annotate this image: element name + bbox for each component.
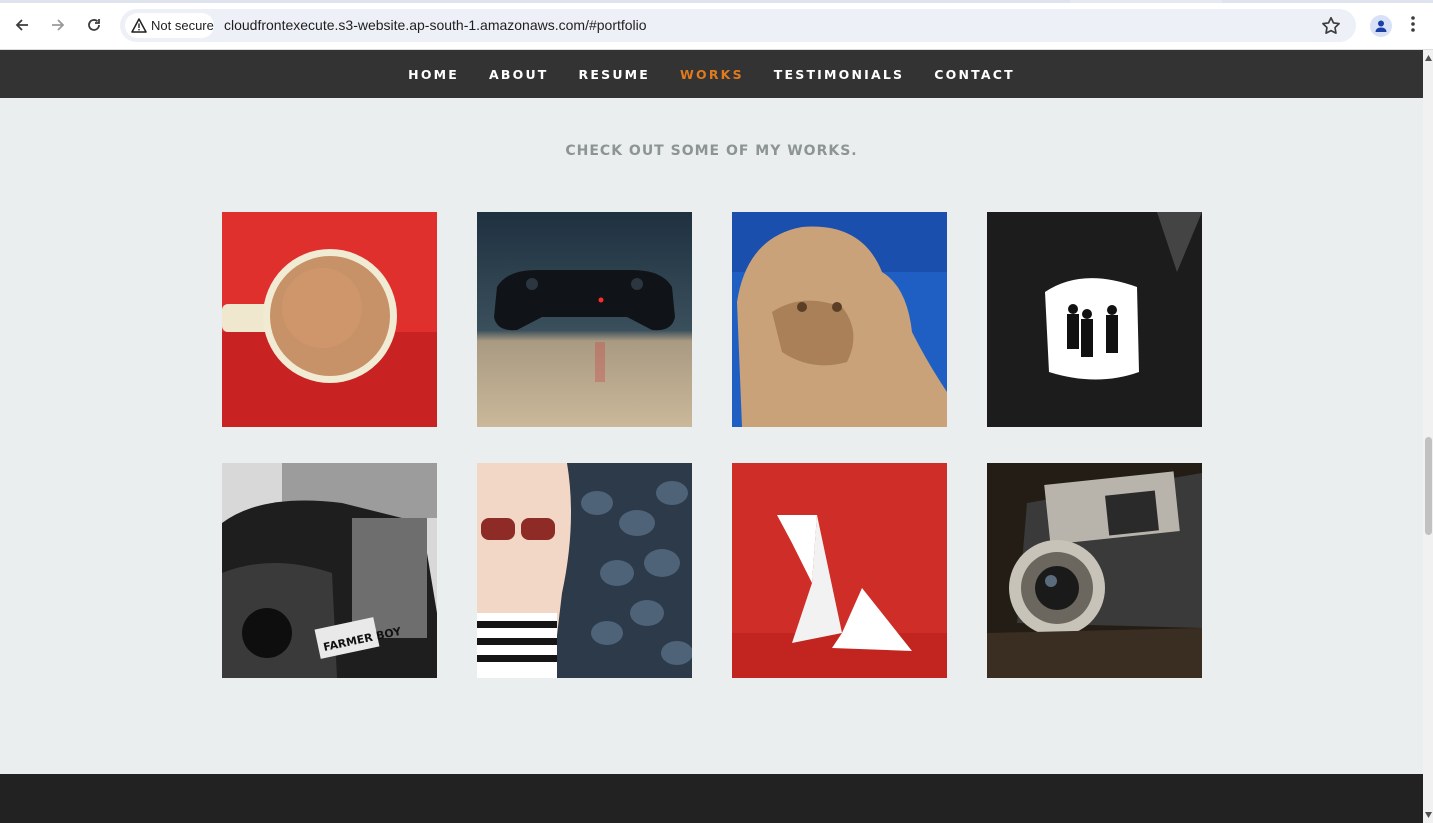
game-controller-image xyxy=(477,212,692,427)
address-bar[interactable]: Not secure cloudfrontexecute.s3-website.… xyxy=(120,9,1356,42)
bookmark-star-icon[interactable] xyxy=(1320,15,1342,37)
scrollbar-thumb[interactable] xyxy=(1425,437,1432,535)
origami-bird-image xyxy=(732,463,947,678)
site-nav: HOME ABOUT RESUME WORKS TESTIMONIALS CON… xyxy=(0,50,1423,98)
security-chip[interactable]: Not secure xyxy=(125,13,214,38)
portfolio-item-car[interactable]: FARMER BOY xyxy=(222,463,437,678)
nav-home[interactable]: HOME xyxy=(408,67,459,82)
security-label: Not secure xyxy=(151,18,214,33)
portfolio-item-cave[interactable] xyxy=(987,212,1202,427)
reload-icon[interactable] xyxy=(81,12,107,38)
nav-testimonials[interactable]: TESTIMONIALS xyxy=(774,67,904,82)
coffee-cup-image xyxy=(222,212,437,427)
portfolio-item-coffee[interactable] xyxy=(222,212,437,427)
portfolio-item-woman[interactable] xyxy=(477,463,692,678)
portfolio-item-camera[interactable] xyxy=(987,463,1202,678)
cave-silhouettes-image xyxy=(987,212,1202,427)
woman-sunglasses-image xyxy=(477,463,692,678)
site-footer xyxy=(0,774,1423,823)
browser-toolbar: Not secure cloudfrontexecute.s3-website.… xyxy=(0,0,1433,50)
nav-works[interactable]: WORKS xyxy=(680,67,744,82)
lion-statue-image xyxy=(732,212,947,427)
portfolio-item-controller[interactable] xyxy=(477,212,692,427)
nav-about[interactable]: ABOUT xyxy=(489,67,549,82)
nav-contact[interactable]: CONTACT xyxy=(934,67,1015,82)
url-text[interactable]: cloudfrontexecute.s3-website.ap-south-1.… xyxy=(224,17,647,33)
scroll-down-arrow-icon[interactable] xyxy=(1425,812,1432,818)
portfolio-heading: CHECK OUT SOME OF MY WORKS. xyxy=(565,143,858,159)
forward-arrow-icon[interactable] xyxy=(45,12,71,38)
vintage-car-image: FARMER BOY xyxy=(222,463,437,678)
back-arrow-icon[interactable] xyxy=(9,12,35,38)
vintage-camera-image xyxy=(987,463,1202,678)
profile-icon[interactable] xyxy=(1370,15,1392,37)
portfolio-item-origami[interactable] xyxy=(732,463,947,678)
nav-resume[interactable]: RESUME xyxy=(579,67,651,82)
scroll-up-arrow-icon[interactable] xyxy=(1425,55,1432,61)
portfolio-item-lion[interactable] xyxy=(732,212,947,427)
tab-strip-edge xyxy=(0,0,1433,3)
more-vert-icon[interactable] xyxy=(1410,14,1416,34)
warning-icon xyxy=(131,18,147,33)
